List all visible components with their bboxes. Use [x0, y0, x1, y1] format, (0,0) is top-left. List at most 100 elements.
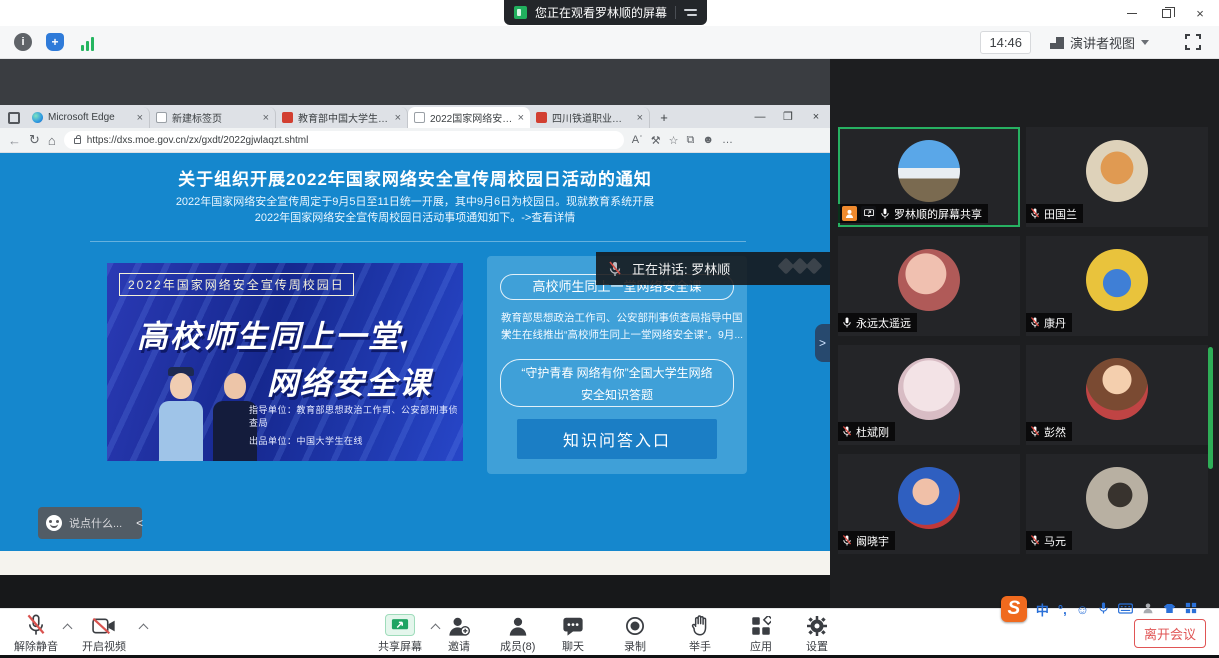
page-subtitle-line2[interactable]: 2022年国家网络安全宣传周校园日活动事项通知如下。->查看详情	[0, 209, 830, 225]
participant-tile[interactable]: 永远太遥远	[838, 236, 1020, 336]
collections-icon[interactable]: ⧉	[687, 134, 695, 147]
chevron-down-icon	[1141, 40, 1149, 45]
tab-close-icon[interactable]: ×	[518, 112, 524, 124]
page-icon	[156, 112, 167, 123]
tab-railway-college[interactable]: 四川铁道职业学院2022年国家网... ×	[530, 107, 650, 128]
participant-name: 罗林顺的屏幕共享	[894, 206, 982, 222]
quiz-entry-button[interactable]: 知识问答入口	[517, 419, 717, 459]
lock-icon	[74, 138, 81, 144]
ime-keyboard-icon[interactable]	[1118, 602, 1133, 617]
chat-quick-input[interactable]: 说点什么... <	[38, 507, 142, 539]
participant-tile-screen-share[interactable]: 罗林顺的屏幕共享	[838, 127, 1020, 227]
invite-button[interactable]: 邀请	[448, 614, 470, 654]
participant-tile[interactable]: 阚晓宇	[838, 454, 1020, 554]
divider	[675, 6, 676, 19]
avatar	[898, 140, 960, 202]
raise-hand-button[interactable]: 举手	[689, 614, 711, 654]
participant-tile[interactable]: 康丹	[1026, 236, 1208, 336]
meeting-toolbar: 解除静音 开启视频 共享屏幕 邀请	[0, 608, 1219, 655]
apps-icon	[751, 616, 771, 636]
tab-close-icon[interactable]: ×	[137, 112, 143, 124]
ime-skin-icon[interactable]	[1163, 602, 1176, 617]
banner-headline-1: 高校师生同上一堂	[137, 311, 463, 356]
speaking-toast: 正在讲话: 罗林顺	[596, 252, 830, 285]
restore-button[interactable]	[1153, 2, 1179, 24]
banner-headline-2: 网络安全课	[267, 358, 463, 403]
leave-meeting-button[interactable]: 离开会议	[1134, 619, 1206, 648]
menu-icon[interactable]	[684, 9, 697, 16]
avatar	[1086, 467, 1148, 529]
start-video-button[interactable]: 开启视频	[82, 614, 126, 654]
ime-toolbox-icon[interactable]	[1185, 602, 1197, 617]
sidebar-expand-handle[interactable]: >	[815, 324, 830, 362]
mic-muted-icon	[842, 534, 852, 547]
tab-security-special[interactable]: 2022国家网络安全专题 — 中国... ×	[408, 107, 530, 128]
tab-edge[interactable]: Microsoft Edge ×	[26, 107, 150, 128]
profile-icon[interactable]: ☻	[702, 134, 714, 146]
minimize-button[interactable]	[1119, 2, 1145, 24]
mic-options-chevron[interactable]	[63, 624, 73, 634]
browser-window: Microsoft Edge × 新建标签页 × 教育部中国大学生在线——点..…	[0, 105, 830, 575]
share-screen-button[interactable]: 共享屏幕	[378, 614, 422, 654]
close-button[interactable]: ×	[1187, 2, 1213, 24]
tab-close-icon[interactable]: ×	[263, 112, 269, 124]
url-field[interactable]: https://dxs.moe.gov.cn/zx/gxdt/2022gjwla…	[64, 131, 624, 149]
security-shield-icon[interactable]: +	[46, 33, 64, 51]
fullscreen-button[interactable]	[1185, 34, 1201, 50]
ime-mode-icon[interactable]: 中	[1036, 600, 1049, 619]
tab-actions-icon[interactable]	[8, 112, 20, 124]
participant-tile[interactable]: 彭然	[1026, 345, 1208, 445]
muted-mic-icon	[608, 261, 622, 277]
chat-button[interactable]: 聊天	[562, 614, 584, 654]
view-mode-selector[interactable]: 演讲者视图	[1042, 31, 1157, 54]
record-button[interactable]: 录制	[624, 614, 646, 654]
back-icon[interactable]: ←	[8, 133, 21, 148]
apps-button[interactable]: 应用	[750, 614, 772, 654]
settings-button[interactable]: 设置	[806, 614, 828, 654]
browser-tabbar: Microsoft Edge × 新建标签页 × 教育部中国大学生在线——点..…	[0, 105, 830, 128]
network-signal-icon[interactable]	[78, 33, 96, 51]
members-button[interactable]: 成员(8)	[500, 614, 535, 654]
more-menu-icon[interactable]: …	[722, 134, 733, 146]
avatar	[1086, 140, 1148, 202]
meeting-info-icon[interactable]: i	[14, 33, 32, 51]
mic-on-icon	[880, 207, 890, 220]
sidebar-scrollbar[interactable]	[1208, 347, 1213, 469]
tab-close-icon[interactable]: ×	[637, 112, 643, 124]
watching-banner: 您正在观看罗林顺的屏幕	[504, 0, 707, 25]
share-options-chevron[interactable]	[431, 624, 441, 634]
ime-voice-icon[interactable]	[1098, 601, 1109, 618]
ime-account-icon[interactable]	[1142, 602, 1154, 617]
chat-placeholder[interactable]: 说点什么...	[69, 515, 122, 531]
refresh-icon[interactable]: ↻	[29, 132, 40, 148]
campaign-banner[interactable]: 2022年国家网络安全宣传周校园日 高校师生同上一堂 网络安全课 指导单位：教育…	[107, 263, 463, 461]
new-tab-button[interactable]: +	[656, 109, 672, 125]
unmute-button[interactable]: 解除静音	[14, 614, 58, 654]
browser-restore-button[interactable]: ❐	[774, 110, 802, 123]
tab-close-icon[interactable]: ×	[395, 112, 401, 124]
participant-name: 阚晓宇	[856, 533, 889, 549]
browser-close-button[interactable]: ×	[802, 111, 830, 123]
tools-icon[interactable]: ⚒	[651, 134, 661, 147]
browser-minimize-button[interactable]: —	[746, 111, 774, 123]
tab-newtab[interactable]: 新建标签页 ×	[150, 107, 276, 128]
participant-tile[interactable]: 杜斌刚	[838, 345, 1020, 445]
avatar	[898, 249, 960, 311]
tab-moe-site[interactable]: 教育部中国大学生在线——点... ×	[276, 107, 408, 128]
emoji-icon[interactable]	[46, 515, 62, 531]
home-icon[interactable]: ⌂	[48, 133, 56, 148]
quiz-pill[interactable]: “守护青春 网络有你”全国大学生网络 安全知识答题	[500, 359, 734, 407]
members-icon	[507, 616, 529, 636]
participant-name: 杜斌刚	[856, 424, 889, 440]
chat-collapse-icon[interactable]: <	[136, 516, 143, 530]
read-aloud-icon[interactable]: Aʾ	[632, 134, 643, 146]
video-options-chevron[interactable]	[139, 624, 149, 634]
ime-punctuation-icon[interactable]: °,	[1058, 602, 1067, 617]
participant-name: 马元	[1044, 533, 1066, 549]
ime-emoji-icon[interactable]: ☺	[1076, 602, 1089, 617]
favorite-star-icon[interactable]: ☆	[669, 134, 679, 147]
participant-tile[interactable]: 田国兰	[1026, 127, 1208, 227]
participant-tile[interactable]: 马元	[1026, 454, 1208, 554]
watching-banner-text: 您正在观看罗林顺的屏幕	[535, 4, 667, 21]
sogou-logo-icon[interactable]: S	[1001, 596, 1027, 622]
